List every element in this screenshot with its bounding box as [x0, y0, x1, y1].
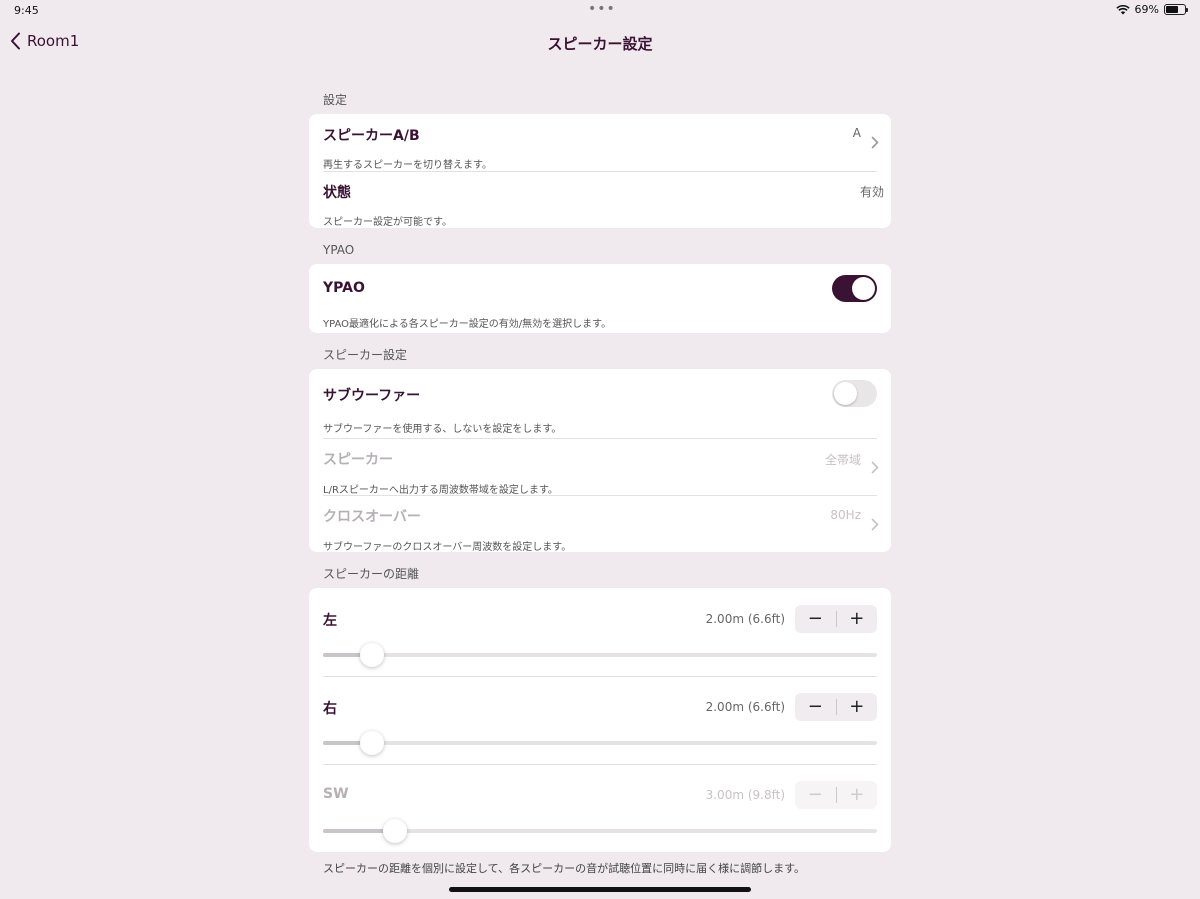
- crossover-row[interactable]: クロスオーバー 80Hz サブウーファーのクロスオーバー周波数を設定します。: [309, 495, 891, 552]
- slider-thumb[interactable]: [383, 819, 408, 843]
- speaker-row[interactable]: スピーカー 全帯域 L/Rスピーカーへ出力する周波数帯域を設定します。: [309, 438, 891, 496]
- distance-left-slider[interactable]: [323, 643, 877, 667]
- ypao-card: YPAO YPAO最適化による各スピーカー設定の有効/無効を選択します。: [309, 264, 891, 333]
- battery-fill: [1166, 6, 1179, 13]
- section-header-speaker-settings: スピーカー設定: [323, 348, 408, 362]
- speaker-title: スピーカー: [323, 452, 393, 468]
- distance-right-value: 2.00m (6.6ft): [705, 700, 785, 714]
- state-title: 状態: [323, 185, 351, 201]
- toggle-knob: [834, 382, 857, 405]
- home-indicator[interactable]: [449, 887, 751, 892]
- distance-sw-row: SW 3.00m (9.8ft) − +: [309, 764, 891, 852]
- distance-left-title: 左: [323, 613, 337, 629]
- ypao-row: YPAO YPAO最適化による各スピーカー設定の有効/無効を選択します。: [309, 264, 891, 333]
- settings-list: 設定 スピーカーA/B A 再生するスピーカーを切り替えます。 状態 有効 スピ…: [309, 92, 891, 876]
- slider-track: [323, 741, 877, 745]
- subwoofer-title: サブウーファー: [323, 388, 421, 404]
- distance-left-stepper: − +: [795, 605, 877, 633]
- slider-thumb[interactable]: [359, 643, 384, 667]
- status-bar: 9:45 ••• 69%: [0, 0, 1200, 22]
- speaker-desc: L/Rスピーカーへ出力する周波数帯域を設定します。: [323, 485, 558, 496]
- page-title: スピーカー設定: [547, 35, 653, 53]
- status-right: 69%: [1115, 3, 1188, 16]
- decrement-button[interactable]: −: [795, 693, 836, 721]
- increment-button[interactable]: +: [837, 605, 878, 633]
- slider-track: [323, 653, 877, 657]
- speaker-ab-row[interactable]: スピーカーA/B A 再生するスピーカーを切り替えます。: [309, 114, 891, 171]
- section-header-ypao: YPAO: [323, 243, 355, 257]
- distance-right-title: 右: [323, 701, 337, 717]
- battery-percent: 69%: [1134, 3, 1159, 16]
- distance-sw-value: 3.00m (9.8ft): [705, 788, 785, 802]
- distance-right-stepper: − +: [795, 693, 877, 721]
- ypao-title: YPAO: [323, 280, 365, 296]
- subwoofer-row: サブウーファー サブウーファーを使用する、しないを設定をします。: [309, 369, 891, 438]
- section-header-distance: スピーカーの距離: [323, 567, 420, 581]
- distance-sw-stepper: − +: [795, 781, 877, 809]
- section-header-settings: 設定: [323, 93, 348, 107]
- distance-right-row: 右 2.00m (6.6ft) − +: [309, 676, 891, 764]
- chevron-right-icon: [871, 136, 879, 149]
- speaker-ab-title: スピーカーA/B: [323, 128, 420, 144]
- crossover-title: クロスオーバー: [323, 509, 421, 525]
- distance-sw-slider[interactable]: [323, 819, 877, 843]
- ypao-toggle[interactable]: [832, 275, 877, 302]
- increment-button[interactable]: +: [837, 693, 878, 721]
- state-value: 有効: [859, 185, 884, 199]
- state-row: 状態 有効 スピーカー設定が可能です。: [309, 171, 891, 228]
- decrement-button[interactable]: −: [795, 605, 836, 633]
- speaker-value: 全帯域: [824, 453, 861, 467]
- settings-card: スピーカーA/B A 再生するスピーカーを切り替えます。 状態 有効 スピーカー…: [309, 114, 891, 228]
- speaker-ab-value: A: [852, 126, 861, 140]
- multitasking-dots[interactable]: •••: [588, 1, 616, 17]
- distance-card: 左 2.00m (6.6ft) − + 右 2.00m (6.6ft) − +: [309, 588, 891, 852]
- distance-left-row: 左 2.00m (6.6ft) − +: [309, 588, 891, 676]
- distance-left-value: 2.00m (6.6ft): [705, 612, 785, 626]
- distance-footer-note: スピーカーの距離を個別に設定して、各スピーカーの音が試聴位置に同時に届く様に調節…: [323, 862, 806, 875]
- decrement-button[interactable]: −: [795, 781, 836, 809]
- wifi-icon: [1115, 4, 1130, 15]
- state-desc: スピーカー設定が可能です。: [323, 217, 452, 228]
- battery-icon: [1164, 4, 1188, 15]
- crossover-desc: サブウーファーのクロスオーバー周波数を設定します。: [323, 542, 572, 552]
- chevron-right-icon: [871, 461, 879, 474]
- subwoofer-toggle[interactable]: [832, 380, 877, 407]
- navigation-bar: Room1 スピーカー設定: [0, 28, 1200, 58]
- toggle-knob: [852, 277, 875, 300]
- slider-thumb[interactable]: [359, 731, 384, 755]
- speaker-settings-card: サブウーファー サブウーファーを使用する、しないを設定をします。 スピーカー 全…: [309, 369, 891, 552]
- crossover-value: 80Hz: [830, 508, 861, 522]
- chevron-right-icon: [871, 518, 879, 531]
- distance-right-slider[interactable]: [323, 731, 877, 755]
- subwoofer-desc: サブウーファーを使用する、しないを設定をします。: [323, 424, 562, 435]
- distance-sw-title: SW: [323, 786, 349, 802]
- status-time: 9:45: [14, 4, 39, 17]
- ypao-desc: YPAO最適化による各スピーカー設定の有効/無効を選択します。: [323, 319, 612, 330]
- speaker-ab-desc: 再生するスピーカーを切り替えます。: [323, 160, 492, 171]
- increment-button[interactable]: +: [837, 781, 878, 809]
